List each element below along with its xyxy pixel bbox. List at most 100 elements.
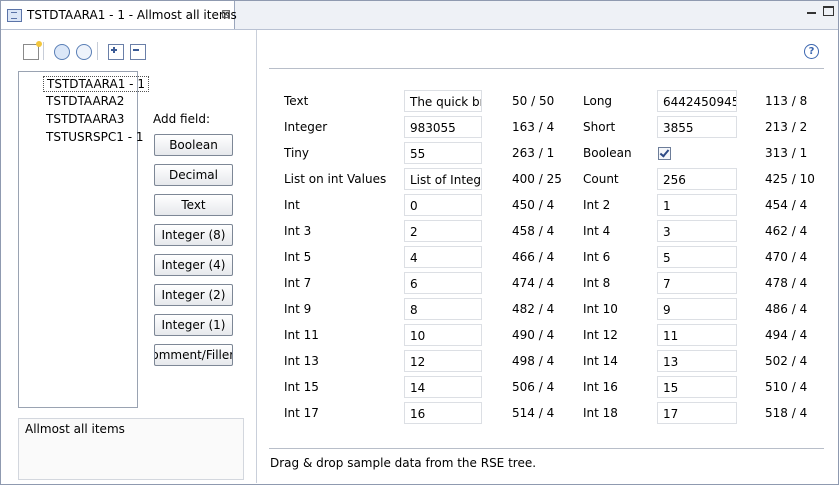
- field-value-input[interactable]: 9: [657, 298, 737, 320]
- field-offset-length: 518 / 4: [765, 406, 808, 420]
- field-label: Int 14: [583, 354, 618, 368]
- field-label: Int 12: [583, 328, 618, 342]
- field-label: Text: [284, 94, 309, 108]
- field-value-input[interactable]: 4: [404, 246, 482, 268]
- add-integer2-button[interactable]: Integer (2): [154, 284, 233, 306]
- add-integer1-button[interactable]: Integer (1): [154, 314, 233, 336]
- tree-item[interactable]: TSTDTAARA1 - 1: [43, 76, 149, 92]
- add-integer4-button[interactable]: Integer (4): [154, 254, 233, 276]
- add-integer8-button[interactable]: Integer (8): [154, 224, 233, 246]
- field-label: Short: [583, 120, 616, 134]
- field-value-input[interactable]: 11: [657, 324, 737, 346]
- field-label: Integer: [284, 120, 328, 134]
- editor-tab[interactable]: TSTDTAARA1 - 1 - Allmost all items ⊠: [1, 1, 237, 29]
- field-offset-length: 498 / 4: [512, 354, 555, 368]
- field-offset-length: 400 / 25: [512, 172, 562, 186]
- field-offset-length: 470 / 4: [765, 250, 808, 264]
- field-value-input[interactable]: 17: [657, 402, 737, 424]
- field-offset-length: 163 / 4: [512, 120, 555, 134]
- field-value-input[interactable]: 6: [404, 272, 482, 294]
- tree-item[interactable]: TSTDTAARA2: [43, 94, 127, 108]
- field-value-input[interactable]: 16: [404, 402, 482, 424]
- expand-all-icon[interactable]: [108, 44, 124, 60]
- field-value-input[interactable]: 15: [657, 376, 737, 398]
- field-label: Int 15: [284, 380, 319, 394]
- boolean-checkbox[interactable]: [658, 147, 671, 160]
- maximize-icon[interactable]: [823, 6, 834, 16]
- field-value-input[interactable]: 1: [657, 194, 737, 216]
- field-value-input[interactable]: 7: [657, 272, 737, 294]
- description-box[interactable]: Allmost all items: [18, 418, 244, 480]
- field-offset-length: 490 / 4: [512, 328, 555, 342]
- field-label: Int 3: [284, 224, 312, 238]
- field-value-input[interactable]: 256: [657, 168, 737, 190]
- field-value-input[interactable]: 13: [657, 350, 737, 372]
- field-value-input[interactable]: 8: [404, 298, 482, 320]
- field-offset-length: 502 / 4: [765, 354, 808, 368]
- field-value-input[interactable]: 983055: [404, 116, 482, 138]
- field-value-input[interactable]: 64424509455: [657, 90, 737, 112]
- tree-item[interactable]: TSTDTAARA3: [43, 112, 127, 126]
- add-comment-filler-button[interactable]: Comment/Filler: [154, 344, 233, 366]
- field-value-input[interactable]: 0: [404, 194, 482, 216]
- description-text: Allmost all items: [25, 422, 125, 436]
- field-offset-length: 514 / 4: [512, 406, 555, 420]
- separator: [269, 68, 824, 69]
- field-label: Int 2: [583, 198, 611, 212]
- add-decimal-button[interactable]: Decimal: [154, 164, 233, 186]
- field-label: Int 16: [583, 380, 618, 394]
- field-value-input[interactable]: The quick brown: [404, 90, 482, 112]
- field-offset-length: 510 / 4: [765, 380, 808, 394]
- help-icon[interactable]: ?: [804, 44, 819, 59]
- field-value-input[interactable]: 14: [404, 376, 482, 398]
- field-label: Int: [284, 198, 300, 212]
- toolbar-separator: [43, 42, 44, 60]
- new-item-icon[interactable]: [23, 41, 42, 60]
- field-value-input[interactable]: 2: [404, 220, 482, 242]
- field-value-input[interactable]: 12: [404, 350, 482, 372]
- close-icon[interactable]: ⊠: [221, 7, 231, 21]
- field-value-input[interactable]: 55: [404, 142, 482, 164]
- field-label: Int 5: [284, 250, 312, 264]
- minimize-icon[interactable]: [806, 6, 818, 16]
- field-offset-length: 466 / 4: [512, 250, 555, 264]
- field-offset-length: 506 / 4: [512, 380, 555, 394]
- field-offset-length: 313 / 1: [765, 146, 808, 160]
- field-label: Int 10: [583, 302, 618, 316]
- field-offset-length: 113 / 8: [765, 94, 808, 108]
- field-value-input[interactable]: 5: [657, 246, 737, 268]
- field-label: Int 9: [284, 302, 312, 316]
- field-value-input[interactable]: 10: [404, 324, 482, 346]
- field-offset-length: 462 / 4: [765, 224, 808, 238]
- status-hint: Drag & drop sample data from the RSE tre…: [270, 456, 537, 470]
- collapse-all-icon[interactable]: [130, 44, 146, 60]
- add-text-button[interactable]: Text: [154, 194, 233, 216]
- field-label: Tiny: [284, 146, 310, 160]
- field-label: Boolean: [583, 146, 632, 160]
- field-offset-length: 494 / 4: [765, 328, 808, 342]
- field-label: Int 11: [284, 328, 319, 342]
- field-offset-length: 486 / 4: [765, 302, 808, 316]
- field-value-input[interactable]: 3: [657, 220, 737, 242]
- field-value-input[interactable]: List of Integers: [404, 168, 482, 190]
- add-boolean-button[interactable]: Boolean: [154, 134, 233, 156]
- field-offset-length: 474 / 4: [512, 276, 555, 290]
- left-pane: TSTDTAARA1 - 1 TSTDTAARA2 TSTDTAARA3 TST…: [2, 30, 257, 483]
- field-offset-length: 425 / 10: [765, 172, 815, 186]
- data-area-tree[interactable]: TSTDTAARA1 - 1 TSTDTAARA2 TSTDTAARA3 TST…: [18, 71, 149, 408]
- fields-pane: ? Text The quick brown 50 / 50 Long 64424509…: [257, 30, 837, 483]
- field-label: List on int Values: [284, 172, 387, 186]
- tree-item[interactable]: TSTUSRSPC1 - 1: [43, 130, 146, 144]
- link-icon[interactable]: [76, 44, 92, 60]
- field-offset-length: 213 / 2: [765, 120, 808, 134]
- field-value-input[interactable]: 3855: [657, 116, 737, 138]
- field-offset-length: 50 / 50: [512, 94, 555, 108]
- field-offset-length: 478 / 4: [765, 276, 808, 290]
- field-offset-length: 450 / 4: [512, 198, 555, 212]
- refresh-icon[interactable]: [54, 44, 70, 60]
- data-area-icon: [7, 9, 22, 22]
- field-label: Int 6: [583, 250, 611, 264]
- field-label: Int 4: [583, 224, 611, 238]
- editor-window: TSTDTAARA1 - 1 - Allmost all items ⊠ TST…: [0, 0, 839, 485]
- field-offset-length: 482 / 4: [512, 302, 555, 316]
